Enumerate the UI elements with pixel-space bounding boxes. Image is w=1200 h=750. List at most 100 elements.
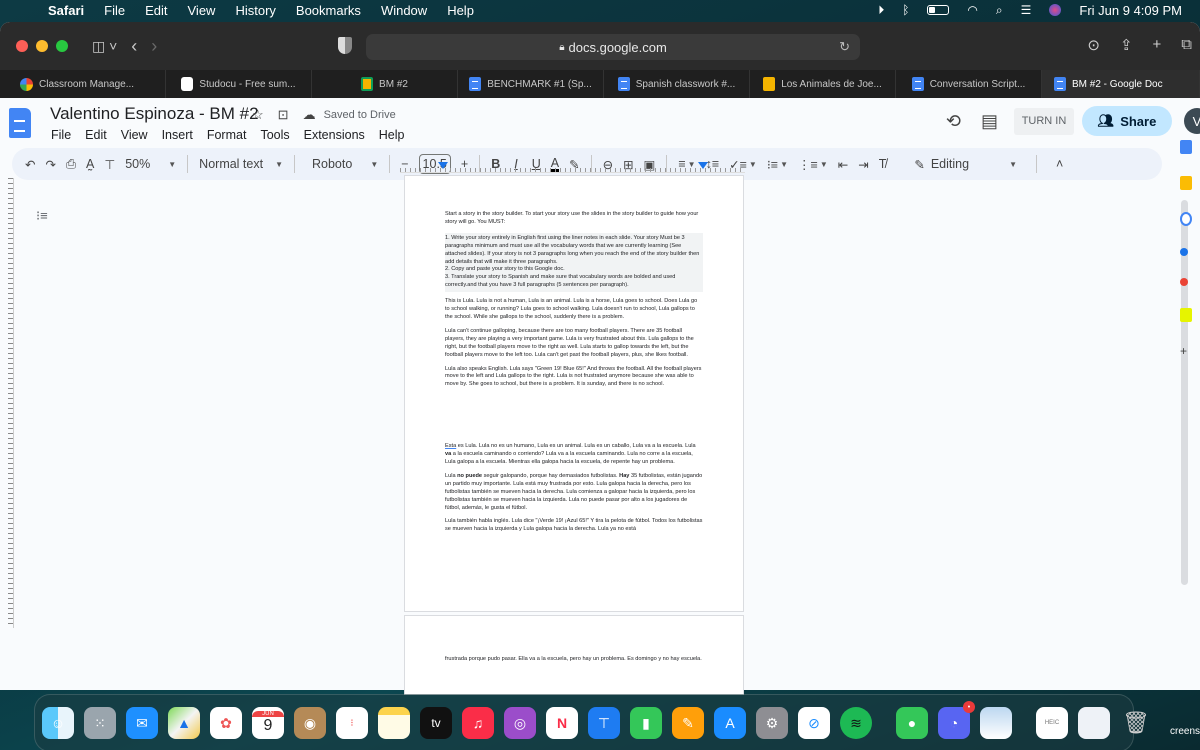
menu-edit[interactable]: Edit <box>145 3 167 18</box>
numbers-icon[interactable]: ▮ <box>630 707 662 739</box>
menu-view[interactable]: View <box>188 3 216 18</box>
photos-icon[interactable]: ✿ <box>210 707 242 739</box>
browser-tab[interactable]: Studocu - Free sum... <box>166 70 312 98</box>
collapse-toolbar-icon[interactable]: ˄ <box>1051 152 1068 176</box>
keep-addon-icon[interactable] <box>1180 176 1192 190</box>
finder-icon[interactable]: ☺ <box>42 707 74 739</box>
left-indent-marker[interactable] <box>438 162 448 169</box>
minimize-window-button[interactable] <box>36 40 48 52</box>
downloads-icon[interactable]: ⊙ <box>1087 36 1100 54</box>
back-icon[interactable]: ‹ <box>131 36 137 57</box>
docs-menu-format[interactable]: Format <box>207 128 247 142</box>
close-window-button[interactable] <box>16 40 28 52</box>
forward-icon[interactable]: › <box>151 36 157 57</box>
apple-tv-icon[interactable]: tv <box>420 707 452 739</box>
preview-icon[interactable] <box>980 707 1012 739</box>
desktop-screenshot-label[interactable]: creens <box>1170 726 1200 737</box>
mail-icon[interactable]: ✉ <box>126 707 158 739</box>
control-center-icon[interactable]: ☰ <box>1021 3 1032 17</box>
share-button[interactable]: 👥︎ Share <box>1082 106 1172 136</box>
zoom-select[interactable]: 50% ▼ <box>120 152 181 176</box>
document-title[interactable]: Valentino Espinoza - BM #2 <box>50 104 259 124</box>
app-store-icon[interactable]: A <box>714 707 746 739</box>
launchpad-icon[interactable]: ⁙ <box>84 707 116 739</box>
numbered-list-icon[interactable]: ⋮≡ ▼ <box>793 152 833 176</box>
safari-icon[interactable]: ⊘ <box>798 707 830 739</box>
calendar-icon[interactable]: JUN 9 <box>252 707 284 739</box>
bulleted-list-icon[interactable]: ⁝≡ ▼ <box>762 152 793 176</box>
menu-window[interactable]: Window <box>381 3 427 18</box>
maps-addon-icon[interactable] <box>1180 278 1188 286</box>
spellcheck-word[interactable]: Esta <box>445 443 456 449</box>
docs-menu-extensions[interactable]: Extensions <box>304 128 365 142</box>
reminders-icon[interactable]: ⁝ <box>336 707 368 739</box>
right-indent-marker[interactable] <box>698 162 708 169</box>
print-icon[interactable]: ⎙ <box>61 152 81 176</box>
turn-in-button[interactable]: TURN IN <box>1014 107 1074 135</box>
contacts-addon-icon[interactable] <box>1180 248 1188 256</box>
battery-icon[interactable] <box>927 5 950 15</box>
style-select[interactable]: Normal text ▼ <box>194 152 288 176</box>
notes-icon[interactable] <box>378 707 410 739</box>
browser-tab[interactable]: Classroom Manage... <box>0 70 166 98</box>
docs-menu-insert[interactable]: Insert <box>162 128 193 142</box>
system-settings-icon[interactable]: ⚙ <box>756 707 788 739</box>
menu-app-name[interactable]: Safari <box>48 3 84 18</box>
spotify-icon[interactable]: ≋ <box>840 707 872 739</box>
docs-menu-edit[interactable]: Edit <box>85 128 107 142</box>
version-history-icon[interactable]: ⟲ <box>946 111 961 132</box>
calendar-addon-icon[interactable] <box>1180 140 1192 154</box>
menu-bookmarks[interactable]: Bookmarks <box>296 3 361 18</box>
play-icon[interactable]: ⏵ <box>878 3 884 18</box>
paint-format-icon[interactable]: ⊤ <box>99 152 120 176</box>
clear-formatting-icon[interactable]: T̸ <box>874 152 892 176</box>
document-outline-icon[interactable]: ⁝≡ <box>36 208 48 224</box>
pages-icon[interactable]: ✎ <box>672 707 704 739</box>
privacy-shield-icon[interactable] <box>338 37 352 54</box>
browser-tab[interactable]: BM #2 <box>312 70 458 98</box>
document-page[interactable]: Start a story in the story builder. To s… <box>404 175 744 612</box>
sidebar-toggle-icon[interactable]: ◫ ˅ <box>92 38 117 55</box>
spotlight-icon[interactable]: ⌕ <box>996 3 1003 18</box>
browser-tab[interactable]: Spanish classwork #... <box>604 70 750 98</box>
discord-icon[interactable]: ◔ • <box>938 701 975 739</box>
star-icon[interactable]: ☆ <box>252 107 264 123</box>
browser-tab[interactable]: Conversation Script... <box>896 70 1042 98</box>
docs-menu-tools[interactable]: Tools <box>260 128 289 142</box>
tasks-addon-icon[interactable] <box>1180 212 1192 226</box>
undo-icon[interactable]: ↶ <box>20 152 40 176</box>
music-icon[interactable]: ♫ <box>462 707 494 739</box>
siri-icon[interactable] <box>1049 4 1062 16</box>
maps-icon[interactable]: ▲ <box>168 707 200 739</box>
menu-help[interactable]: Help <box>447 3 474 18</box>
document-page[interactable]: frustrada porque pudo pasar. Ella va a l… <box>404 615 744 695</box>
decrease-indent-icon[interactable]: ⇤ <box>833 152 853 176</box>
keynote-icon[interactable]: ⊤ <box>588 707 620 739</box>
contacts-icon[interactable]: ◉ <box>294 707 326 739</box>
browser-tab[interactable]: BENCHMARK #1 (Sp... <box>458 70 604 98</box>
podcasts-icon[interactable]: ◎ <box>504 707 536 739</box>
wifi-icon[interactable]: ◠ <box>967 3 977 17</box>
extension-addon-icon[interactable] <box>1180 308 1192 322</box>
font-select[interactable]: Roboto ▼ <box>301 152 383 176</box>
vertical-ruler[interactable] <box>8 178 14 628</box>
docs-menu-file[interactable]: File <box>51 128 71 142</box>
increase-indent-icon[interactable]: ⇥ <box>853 152 873 176</box>
browser-tab[interactable]: Los Animales de Joe... <box>750 70 896 98</box>
new-tab-icon[interactable]: + <box>1153 36 1162 54</box>
share-sheet-icon[interactable]: ⇪ <box>1120 36 1133 54</box>
browser-tab-active[interactable]: BM #2 - Google Doc <box>1042 70 1200 98</box>
recent-screenshot-icon[interactable] <box>1078 707 1110 739</box>
horizontal-ruler[interactable] <box>400 163 745 173</box>
cloud-saved-icon[interactable]: ☁ <box>303 107 316 123</box>
reload-icon[interactable]: ↻ <box>839 39 850 55</box>
comments-icon[interactable]: ▤ <box>981 111 998 132</box>
spellcheck-icon[interactable]: A̰ <box>81 152 99 176</box>
news-icon[interactable]: N <box>546 707 578 739</box>
fullscreen-window-button[interactable] <box>56 40 68 52</box>
editing-mode-select[interactable]: ✎ Editing ▼ <box>909 152 1022 176</box>
menu-history[interactable]: History <box>235 3 275 18</box>
menu-file[interactable]: File <box>104 3 125 18</box>
move-folder-icon[interactable]: ⊡ <box>278 107 289 123</box>
messages-icon[interactable]: ● <box>896 707 928 739</box>
